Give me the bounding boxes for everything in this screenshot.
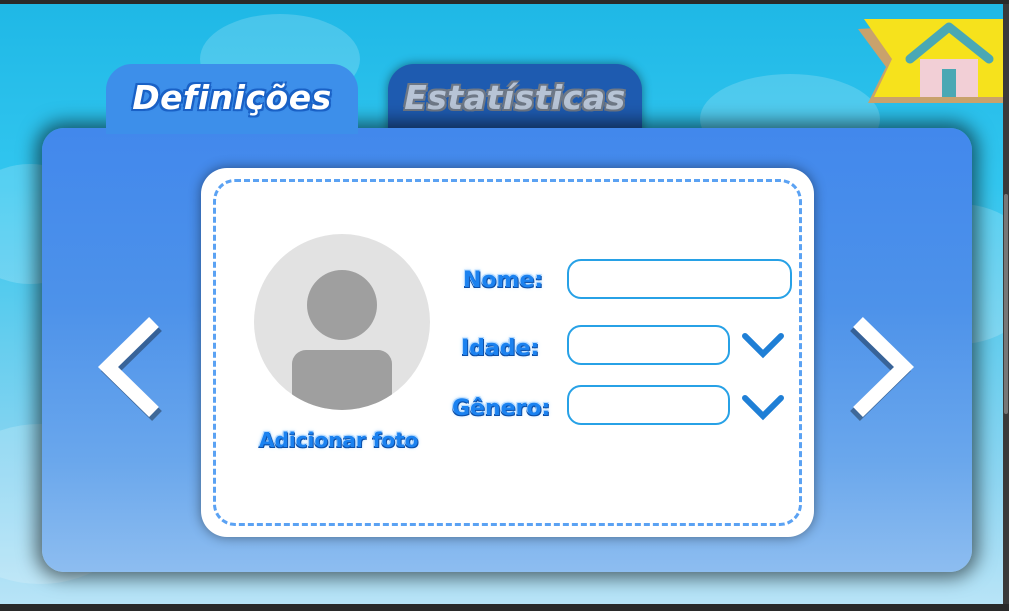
add-photo-link[interactable]: Adicionar foto (259, 428, 418, 452)
name-label: Nome: (463, 268, 544, 293)
bottom-edge (0, 604, 1009, 611)
tab-settings-label: Definições (132, 78, 332, 117)
tab-statistics[interactable]: Estatísticas (388, 64, 642, 134)
avatar-head (307, 270, 377, 340)
gender-input[interactable] (567, 385, 730, 425)
avatar-body (292, 350, 392, 410)
user-placeholder-icon[interactable] (254, 234, 430, 410)
scrollbar-thumb[interactable] (1004, 194, 1008, 414)
chevron-down-icon[interactable] (741, 330, 785, 360)
chevron-right-icon[interactable] (848, 312, 918, 422)
tab-settings[interactable]: Definições (106, 64, 358, 134)
age-input[interactable] (567, 325, 730, 365)
chevron-left-icon[interactable] (94, 312, 164, 422)
profile-card: Adicionar foto Nome: Idade: Gênero: (201, 168, 814, 537)
home-button[interactable] (858, 19, 1003, 103)
chevron-down-icon[interactable] (741, 392, 785, 422)
gender-label: Gênero: (452, 396, 551, 421)
name-input[interactable] (567, 259, 792, 299)
scrollbar[interactable] (1003, 4, 1009, 604)
age-label: Idade: (461, 336, 540, 361)
tab-statistics-label: Estatísticas (404, 78, 626, 117)
